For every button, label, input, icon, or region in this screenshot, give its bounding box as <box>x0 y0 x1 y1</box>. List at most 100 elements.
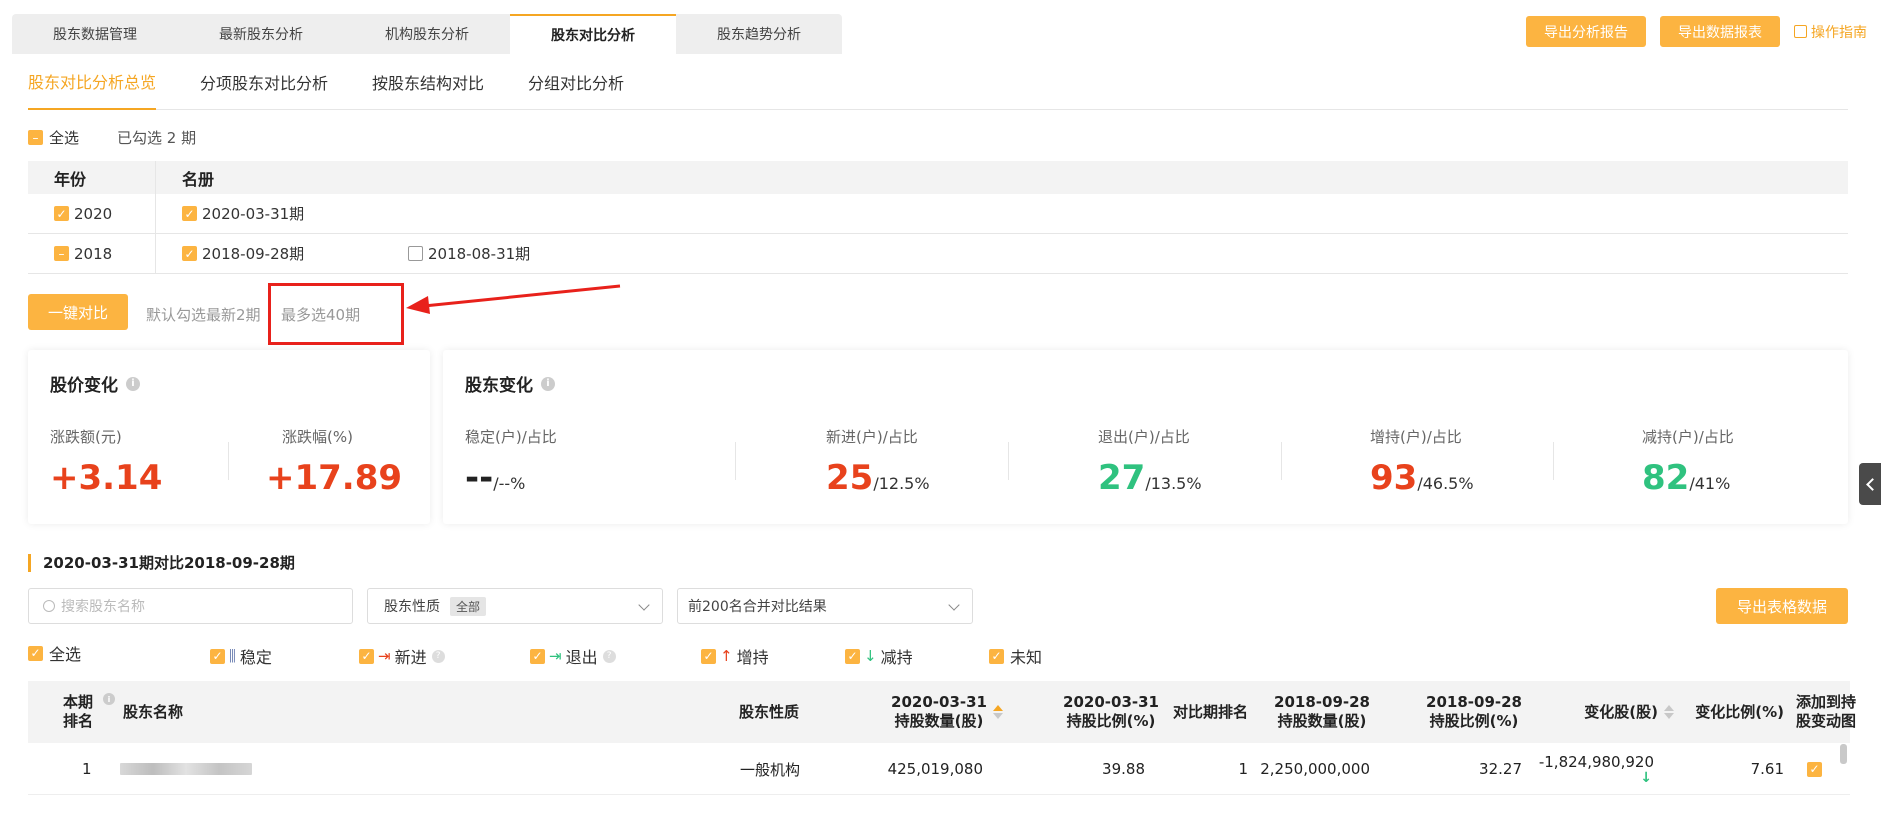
metric-pct: /41% <box>1689 474 1731 493</box>
subtab-structure-compare[interactable]: 按股东结构对比 <box>372 54 484 110</box>
metric-label: 增持(户)/占比 <box>1370 428 1462 446</box>
stable-icon: ⫼ <box>229 647 236 665</box>
holder-nature-select[interactable]: 股东性质 全部 <box>367 588 663 624</box>
ratio-prev-header-line2: 持股比例(%) <box>1429 712 1519 730</box>
legend-increase[interactable]: ✓ ↑ 增持 <box>701 644 769 668</box>
legend-unknown[interactable]: ✓ 未知 <box>989 644 1042 668</box>
subtab-item-compare[interactable]: 分项股东对比分析 <box>200 54 328 110</box>
hold-prev-header-line2: 持股数量(股) <box>1277 712 1367 730</box>
export-data-button[interactable]: 导出数据报表 <box>1660 16 1780 47</box>
metric-label: 减持(户)/占比 <box>1642 428 1734 446</box>
select-all-checkbox[interactable]: – <box>28 130 43 145</box>
side-collapse-tab[interactable] <box>1859 463 1881 505</box>
names-header: 名册 <box>182 169 215 189</box>
add-chart-header: 添加到持 股变动图 <box>1796 681 1860 743</box>
tab-holder-compare-analysis[interactable]: 股东对比分析 <box>510 14 676 54</box>
change-header[interactable]: 变化股(股) <box>1544 681 1674 743</box>
export-table-button[interactable]: 导出表格数据 <box>1716 588 1848 624</box>
hold-prev-header-text: 2018-09-28 持股数量(股) <box>1274 693 1370 731</box>
holder-search-input[interactable]: 搜索股东名称 <box>28 588 353 624</box>
period-row-2020: ✓ 2020 ✓ 2020-03-31期 <box>28 194 1848 234</box>
metric-number: 93 <box>1370 458 1418 498</box>
ratio-prev-header: 2018-09-28 持股比例(%) <box>1388 681 1522 743</box>
legend-exit[interactable]: ✓ ⇥ 退出 ? <box>530 644 616 668</box>
period-item[interactable]: ✓ 2020-03-31期 <box>182 203 408 224</box>
metric-label: 涨跌额(元) <box>50 428 122 446</box>
price-change-card: 股价变化 i 涨跌额(元) +3.14 涨跌幅(%) +17.89 <box>28 350 430 524</box>
guide-link[interactable]: 操作指南 <box>1794 22 1867 42</box>
change-ratio-header: 变化比例(%) <box>1695 702 1784 721</box>
export-report-button[interactable]: 导出分析报告 <box>1526 16 1646 47</box>
period-checkbox[interactable]: ✓ <box>182 246 197 261</box>
table-scrollbar[interactable] <box>1840 744 1847 764</box>
year-label: 2018 <box>74 244 113 263</box>
add-chart-cell: ✓ <box>1807 743 1822 795</box>
legend-checkbox[interactable]: ✓ <box>210 648 225 664</box>
hold-prev-cell: 2,250,000,000 <box>1260 760 1370 778</box>
holder-compare-table: 本期 排名 i 股东名称 股东性质 2020-03-31 持股数量(股) 202… <box>28 681 1856 795</box>
period-select-all: – 全选 已勾选 2 期 <box>28 127 196 148</box>
tab-latest-holder-analysis[interactable]: 最新股东分析 <box>178 14 344 54</box>
rank-header-line2: 排名 <box>62 712 93 730</box>
legend-all[interactable]: ✓ 全选 <box>28 641 81 665</box>
legend-label: 减持 <box>880 648 913 667</box>
holder-card-title-text: 股东变化 <box>465 376 533 396</box>
add-to-chart-checkbox[interactable]: ✓ <box>1807 761 1822 777</box>
period-row-2018: – 2018 ✓ 2018-09-28期 2018-08-31期 <box>28 234 1848 274</box>
tab-holder-trend-analysis[interactable]: 股东趋势分析 <box>676 14 842 54</box>
metric-pct: /--% <box>493 474 526 493</box>
metric-value: 27/13.5% <box>1098 459 1202 503</box>
metric-label: 新进(户)/占比 <box>826 428 918 446</box>
ratio-prev-header-line1: 2018-09-28 <box>1426 693 1522 711</box>
divider <box>735 442 736 480</box>
legend-checkbox[interactable]: ✓ <box>530 648 545 664</box>
exit-icon: ⇥ <box>549 647 562 665</box>
metric-number: 27 <box>1098 458 1146 498</box>
holder-name-cell[interactable] <box>120 743 252 795</box>
price-card-title-text: 股价变化 <box>50 376 118 396</box>
help-icon[interactable]: ? <box>602 649 616 663</box>
year-cell: ✓ 2020 <box>28 194 156 233</box>
year-cell: – 2018 <box>28 234 156 273</box>
sort-icon[interactable] <box>993 705 1003 719</box>
top-actions: 导出分析报告 导出数据报表 操作指南 <box>1526 16 1867 47</box>
metric-pct: /12.5% <box>873 474 930 493</box>
legend-label: 未知 <box>1010 648 1043 667</box>
info-icon[interactable]: i <box>103 693 115 705</box>
legend-stable[interactable]: ✓ ⫼ 稳定 <box>210 644 272 668</box>
year-2020-checkbox[interactable]: ✓ <box>54 206 69 221</box>
change-value: -1,824,980,920 <box>1538 753 1654 771</box>
legend-checkbox[interactable]: ✓ <box>359 648 374 664</box>
legend-checkbox[interactable]: ✓ <box>989 648 1004 664</box>
year-2018-checkbox[interactable]: – <box>54 246 69 261</box>
period-checkbox[interactable]: ✓ <box>182 206 197 221</box>
tab-institution-holder-analysis[interactable]: 机构股东分析 <box>344 14 510 54</box>
legend-checkbox[interactable]: ✓ <box>28 645 43 661</box>
legend-checkbox[interactable]: ✓ <box>845 648 860 664</box>
period-item[interactable]: 2018-08-31期 <box>408 243 634 264</box>
legend-checkbox[interactable]: ✓ <box>701 648 716 664</box>
metric-value: --/--% <box>465 459 557 503</box>
hold-cur-header[interactable]: 2020-03-31 持股数量(股) <box>853 681 1003 743</box>
change-cell: -1,824,980,920 ↓ <box>1518 743 1654 795</box>
merge-result-select[interactable]: 前200名合并对比结果 <box>677 588 973 624</box>
table-row[interactable]: 1 一般机构 425,019,080 39.88 1 2,250,000,000… <box>28 743 1850 795</box>
legend-new[interactable]: ✓ ⇥ 新进 ? <box>359 644 445 668</box>
help-icon[interactable]: ? <box>431 649 445 663</box>
nature-tag: 全部 <box>450 596 487 616</box>
period-checkbox[interactable] <box>408 246 423 261</box>
info-icon[interactable]: i <box>541 376 555 391</box>
subtab-group-compare[interactable]: 分组对比分析 <box>528 54 624 110</box>
tab-holder-data-management[interactable]: 股东数据管理 <box>12 14 178 54</box>
nature-header: 股东性质 <box>739 702 800 721</box>
holder-card-title: 股东变化 i <box>465 371 555 396</box>
period-item[interactable]: ✓ 2018-09-28期 <box>182 243 408 264</box>
one-click-compare-button[interactable]: 一键对比 <box>28 294 128 330</box>
arrow-up-icon: ↑ <box>720 647 733 665</box>
divider <box>1281 442 1282 480</box>
subtab-overview[interactable]: 股东对比分析总览 <box>28 54 157 110</box>
metric-value: +17.89 <box>266 458 403 498</box>
info-icon[interactable]: i <box>126 376 140 391</box>
exit-metric: 退出(户)/占比 27/13.5% <box>1098 426 1202 503</box>
legend-decrease[interactable]: ✓ ↓ 减持 <box>845 644 913 668</box>
